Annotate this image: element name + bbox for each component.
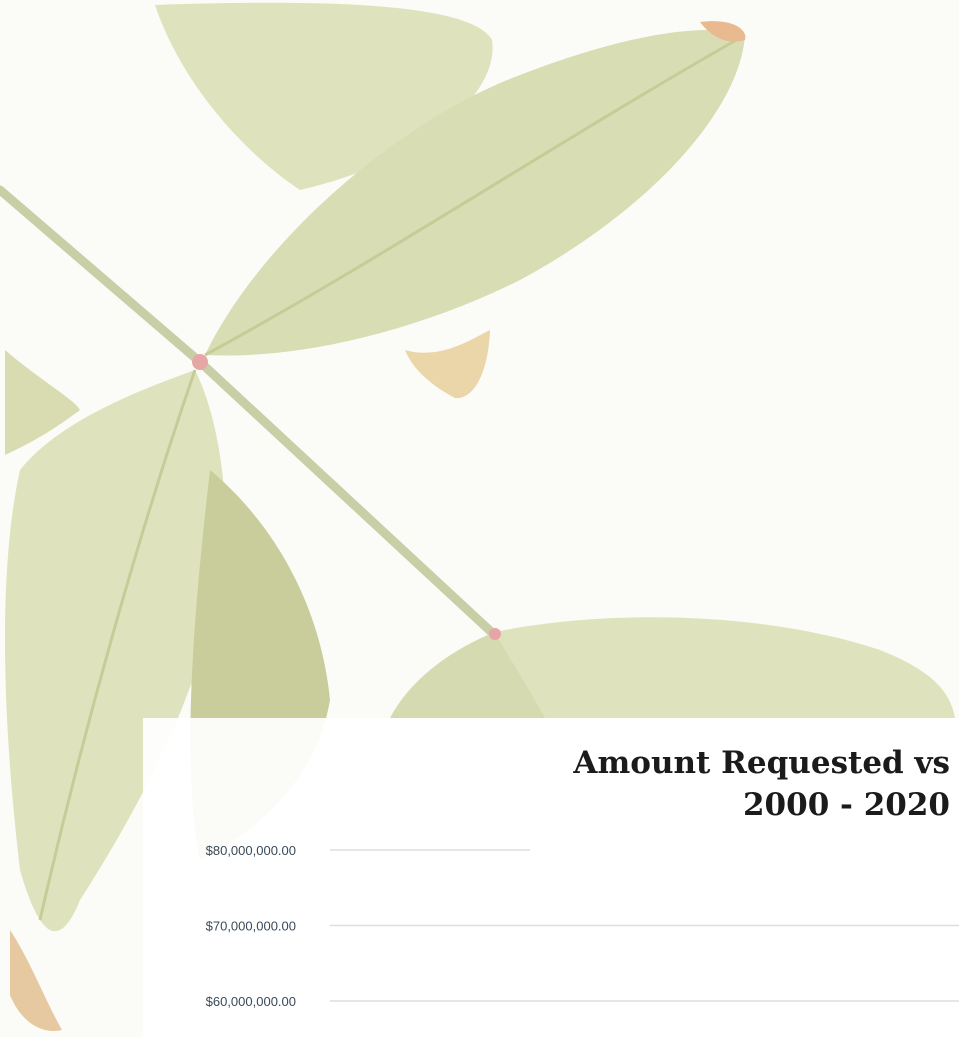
y-tick-label: $80,000,000.00 [206,843,296,858]
chart-plot: $80,000,000.00 $70,000,000.00 $60,000,000.… [206,843,959,1009]
y-tick-label: $70,000,000.00 [206,919,296,934]
document-page: Amount Requested vs 2000 - 2020 $80,000,… [0,0,959,1037]
y-tick-label: $60,000,000.00 [206,994,296,1009]
